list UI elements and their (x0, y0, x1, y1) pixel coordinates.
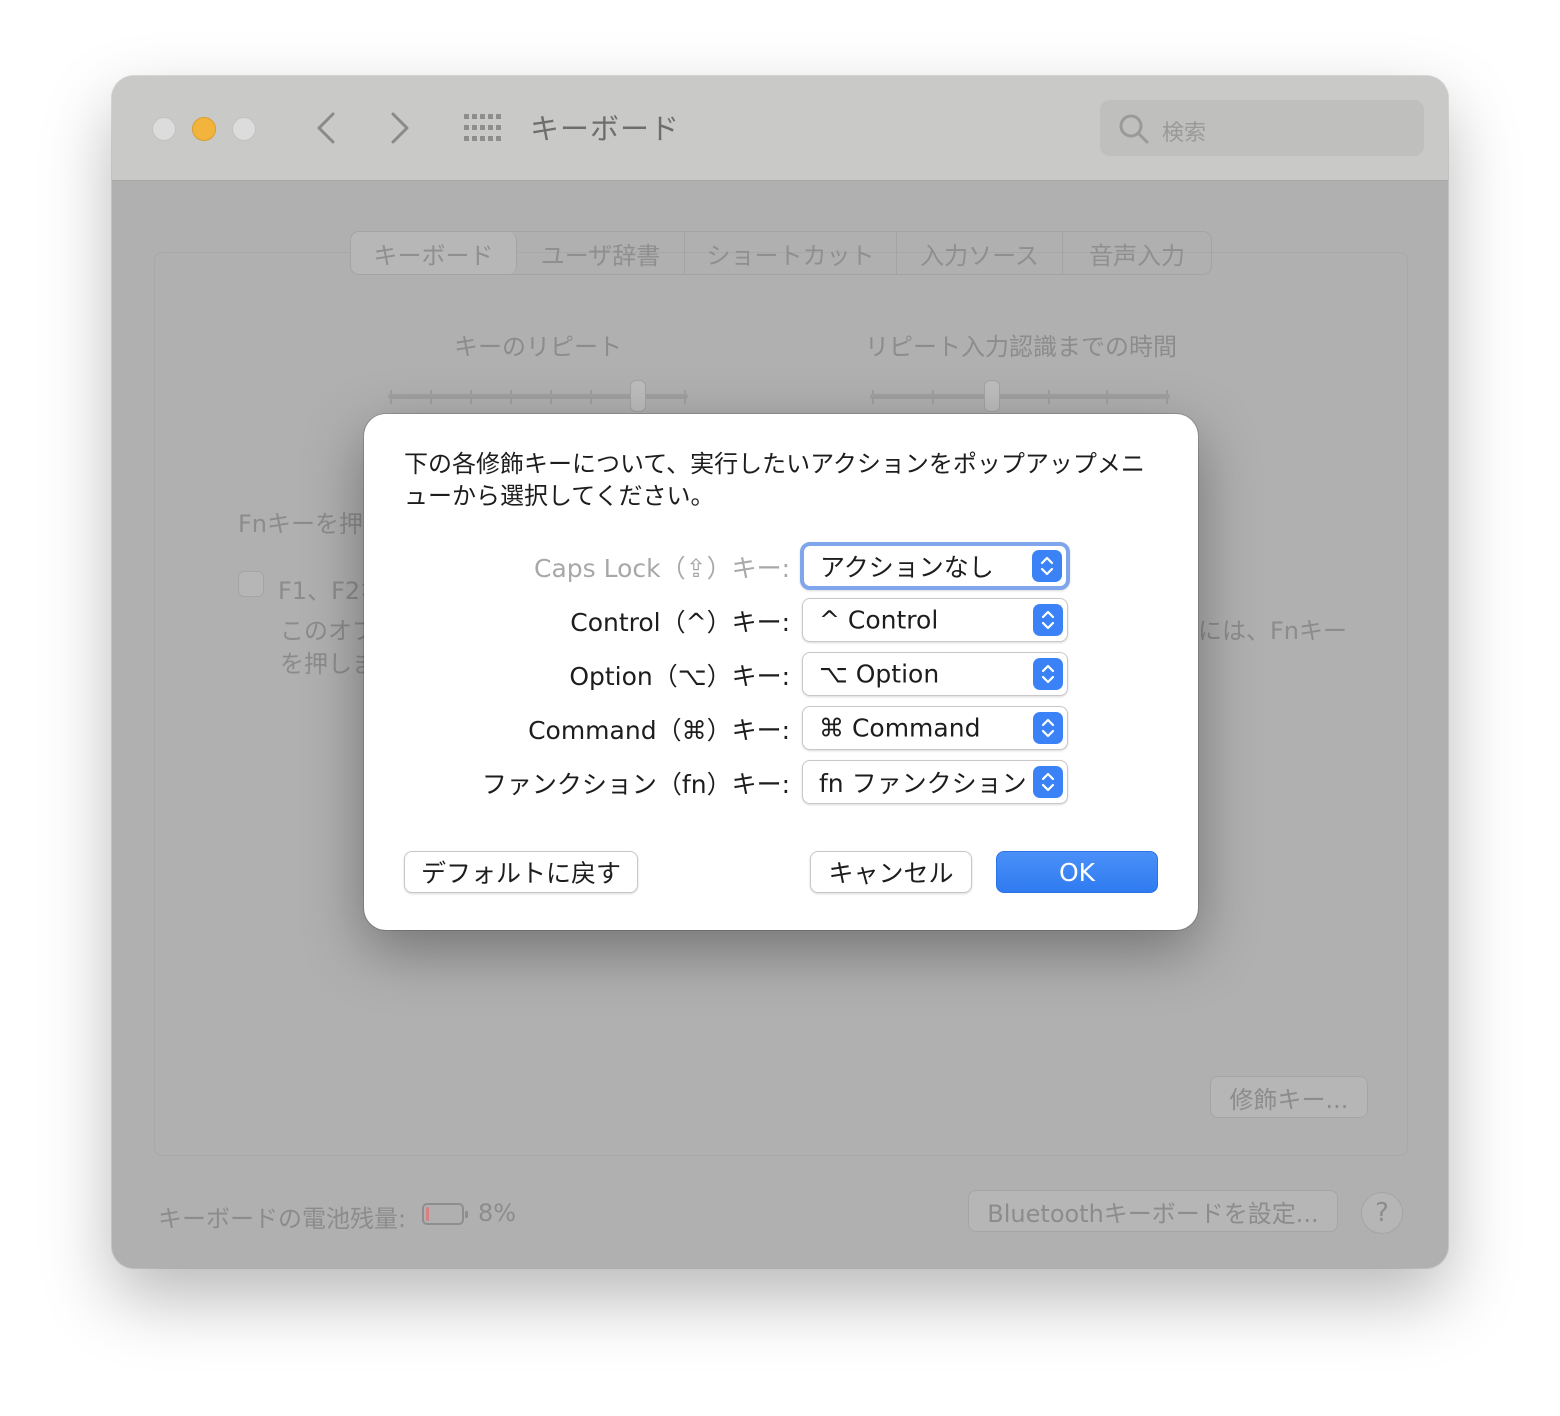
tab-shortcuts[interactable]: ショートカット (685, 232, 897, 274)
option-popup-value: ⌥ Option (819, 659, 940, 689)
cancel-button[interactable]: キャンセル (810, 851, 972, 893)
option-description-right: には、Fnキー (1198, 617, 1348, 645)
command-label: Command（⌘）キー: (528, 716, 790, 745)
chevron-left-icon (317, 112, 335, 144)
function-label: ファンクション（fn）キー: (481, 770, 790, 799)
key-repeat-slider[interactable] (388, 380, 688, 412)
search-icon (1119, 114, 1149, 144)
popup-stepper-icon (1033, 766, 1063, 798)
fn-key-label: Fnキーを押 (238, 510, 364, 538)
back-button[interactable] (306, 106, 346, 150)
popup-stepper-icon (1032, 550, 1062, 582)
command-popup[interactable]: ⌘ Command (802, 706, 1068, 750)
function-popup[interactable]: fn ファンクション (802, 760, 1068, 804)
control-label: Control（^）キー: (570, 608, 790, 637)
search-placeholder: 検索 (1162, 121, 1207, 146)
popup-stepper-icon (1033, 712, 1063, 744)
help-button[interactable]: ? (1361, 1192, 1403, 1234)
battery-level-fill (426, 1207, 429, 1221)
key-repeat-slider-knob[interactable] (630, 380, 646, 412)
setup-bluetooth-keyboard-button[interactable]: Bluetoothキーボードを設定... (968, 1190, 1338, 1232)
caps-lock-popup[interactable]: アクションなし (800, 542, 1070, 590)
option-description-line2: を押しま (280, 650, 376, 678)
show-all-button[interactable] (462, 112, 502, 144)
option-popup[interactable]: ⌥ Option (802, 652, 1068, 696)
control-popup[interactable]: ^ Control (802, 598, 1068, 642)
popup-stepper-icon (1033, 604, 1063, 636)
tab-input-sources[interactable]: 入力ソース (897, 232, 1063, 274)
option-description-line1: このオプ (280, 617, 376, 645)
delay-until-repeat-label: リピート入力認識までの時間 (865, 333, 1177, 361)
dialog-message: 下の各修飾キーについて、実行したいアクションをポップアップメニューから選択してく… (404, 450, 1145, 510)
battery-label: キーボードの電池残量: (158, 1205, 407, 1233)
restore-defaults-button[interactable]: デフォルトに戻す (404, 851, 638, 893)
tab-user-dictionary[interactable]: ユーザ辞書 (517, 232, 685, 274)
ok-button[interactable]: OK (996, 851, 1158, 893)
minimize-window-button[interactable] (192, 117, 216, 141)
modifier-keys-dialog: 下の各修飾キーについて、実行したいアクションをポップアップメニューから選択してく… (364, 414, 1198, 930)
key-repeat-label: キーのリピート (454, 333, 622, 361)
command-popup-value: ⌘ Command (819, 713, 981, 743)
control-popup-value: ^ Control (819, 605, 939, 635)
function-popup-value: fn ファンクション (819, 769, 1027, 798)
window-title: キーボード (530, 112, 681, 146)
chevron-right-icon (391, 112, 409, 144)
function-keys-checkbox[interactable] (238, 571, 264, 597)
zoom-window-button[interactable] (232, 117, 256, 141)
delay-until-repeat-slider[interactable] (870, 380, 1170, 412)
modifier-keys-button[interactable]: 修飾キー... (1210, 1076, 1368, 1118)
delay-slider-knob[interactable] (984, 380, 1000, 412)
caps-lock-label: Caps Lock（⇪）キー: (534, 554, 790, 583)
tab-bar: キーボード ユーザ辞書 ショートカット 入力ソース 音声入力 (350, 231, 1212, 275)
search-field[interactable]: 検索 (1100, 100, 1424, 156)
popup-stepper-icon (1033, 658, 1063, 690)
battery-icon (422, 1203, 468, 1225)
title-bar: キーボード 検索 (112, 76, 1448, 181)
tab-keyboard[interactable]: キーボード (351, 232, 517, 274)
tab-dictation[interactable]: 音声入力 (1063, 232, 1211, 274)
option-label: Option（⌥）キー: (569, 662, 790, 691)
close-window-button[interactable] (152, 117, 176, 141)
battery-percent: 8% (478, 1199, 517, 1227)
grid-icon (464, 114, 501, 141)
forward-button[interactable] (380, 106, 420, 150)
caps-lock-popup-value: アクションなし (820, 553, 994, 582)
